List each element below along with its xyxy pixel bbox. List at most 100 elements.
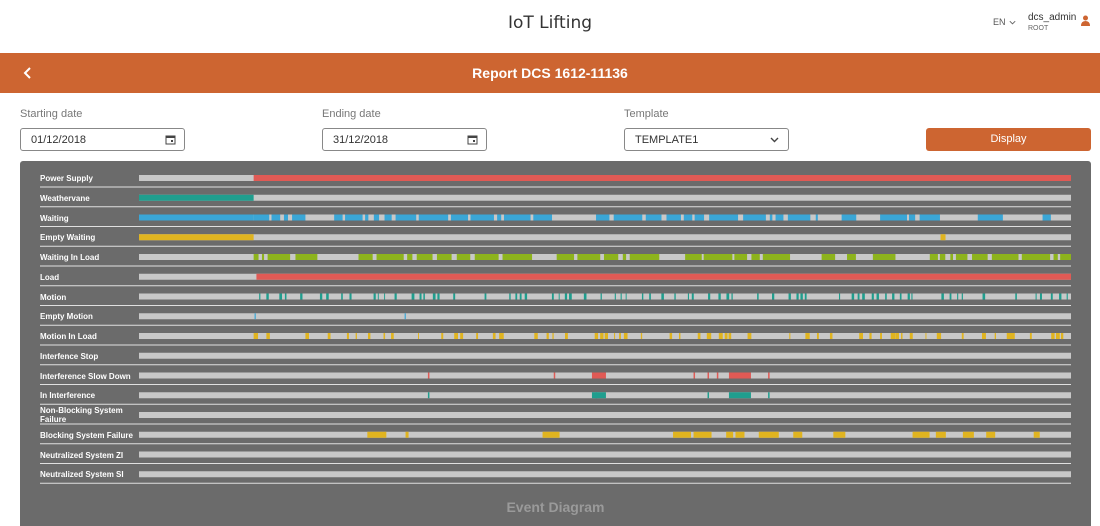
motion-segment	[862, 293, 865, 300]
motion-segment	[432, 293, 436, 300]
failure-segment	[912, 431, 930, 438]
motion-segment	[437, 293, 440, 300]
motion-segment	[384, 293, 386, 300]
event-segment	[683, 214, 693, 221]
motion-in-load-segment	[901, 333, 903, 339]
user-icon[interactable]	[1081, 15, 1090, 26]
motion-segment	[949, 293, 952, 300]
failure-segment	[1033, 431, 1040, 438]
user-role: ROOT	[1028, 25, 1049, 32]
motion-in-load-segment	[476, 333, 479, 339]
motion-segment	[524, 293, 528, 300]
motion-segment	[907, 293, 910, 300]
motion-in-load-segment	[454, 333, 458, 339]
row-base-bar	[139, 194, 1071, 201]
motion-segment	[453, 293, 456, 300]
motion-in-load-segment	[594, 333, 599, 339]
motion-segment	[788, 293, 791, 300]
motion-in-load-segment	[1006, 333, 1012, 339]
motion-segment	[649, 293, 651, 300]
calendar-icon[interactable]	[165, 134, 176, 145]
motion-in-load-segment	[600, 333, 604, 339]
event-segment	[334, 214, 343, 221]
motion-segment	[300, 293, 303, 300]
motion-in-load-segment	[1060, 333, 1064, 339]
language-selector[interactable]: EN	[993, 17, 1017, 27]
row-label: Load	[40, 272, 60, 282]
motion-segment	[319, 293, 323, 300]
motion-segment	[1035, 293, 1037, 300]
top-bar: IoT Lifting EN dcs_admin ROOT	[0, 0, 1100, 53]
motion-segment	[423, 293, 425, 300]
event-segment	[450, 214, 469, 221]
event-segment	[972, 254, 988, 260]
motion-segment	[885, 293, 887, 300]
empty-waiting-segment	[940, 234, 946, 241]
motion-segment	[394, 293, 397, 300]
ending-date-input[interactable]: 31/12/2018	[322, 128, 487, 151]
event-segment	[950, 254, 954, 260]
starting-date-value: 01/12/2018	[31, 134, 87, 146]
event-segment	[365, 214, 369, 221]
interference-segment	[707, 392, 710, 399]
motion-segment	[284, 293, 287, 300]
starting-date-input[interactable]: 01/12/2018	[20, 128, 185, 151]
motion-segment	[691, 293, 694, 300]
template-label: Template	[624, 108, 669, 120]
motion-in-load-segment	[534, 333, 538, 339]
motion-in-load-segment	[460, 333, 464, 339]
language-label: EN	[993, 17, 1006, 27]
motion-segment	[718, 293, 721, 300]
motion-segment	[892, 293, 895, 300]
motion-in-load-segment	[805, 333, 810, 339]
user-info[interactable]: dcs_admin ROOT	[1028, 12, 1076, 34]
motion-segment	[851, 293, 855, 300]
row-label: Empty Motion	[40, 312, 93, 322]
motion-in-load-segment	[367, 333, 371, 339]
event-segment	[470, 214, 494, 221]
calendar-icon[interactable]	[467, 134, 478, 145]
power-supply-segment	[253, 175, 1072, 181]
motion-segment	[687, 293, 689, 300]
failure-segment	[833, 431, 846, 438]
event-segment	[267, 254, 291, 260]
row-base-bar	[139, 352, 1071, 359]
failure-segment	[935, 431, 946, 438]
event-segment	[743, 214, 766, 221]
event-segment	[977, 214, 1003, 221]
motion-in-load-segment	[391, 333, 394, 339]
app-title: IoT Lifting	[507, 13, 593, 33]
event-segment	[762, 254, 791, 260]
row-label: Interfence Stop	[40, 351, 99, 361]
motion-in-load-segment	[640, 333, 643, 339]
row-label: Neutralized System SI	[40, 470, 124, 480]
display-button[interactable]: Display	[926, 128, 1091, 151]
event-segment	[253, 214, 270, 221]
failure-segment	[367, 431, 387, 438]
motion-in-load-segment	[789, 333, 791, 339]
row-base-bar	[139, 471, 1071, 478]
template-select[interactable]: TEMPLATE1	[624, 128, 789, 151]
motion-in-load-segment	[1010, 333, 1015, 339]
event-segment	[787, 214, 811, 221]
event-segment	[1042, 214, 1051, 221]
event-segment	[775, 214, 784, 221]
failure-segment	[726, 431, 734, 438]
motion-segment	[373, 293, 376, 300]
motion-segment	[515, 293, 518, 300]
motion-segment	[620, 293, 622, 300]
event-segment	[261, 254, 265, 260]
failure-segment	[793, 431, 803, 438]
motion-in-load-segment	[728, 333, 732, 339]
waiting-segment	[139, 214, 254, 221]
motion-segment	[484, 293, 487, 300]
event-segment	[685, 254, 702, 260]
motion-segment	[625, 293, 627, 300]
failure-segment	[986, 431, 996, 438]
event-segment	[1021, 254, 1051, 260]
motion-segment	[674, 293, 676, 300]
motion-in-load-segment	[546, 333, 549, 339]
interference-segment	[728, 392, 751, 399]
event-segment	[292, 214, 306, 221]
event-segment	[295, 254, 318, 260]
